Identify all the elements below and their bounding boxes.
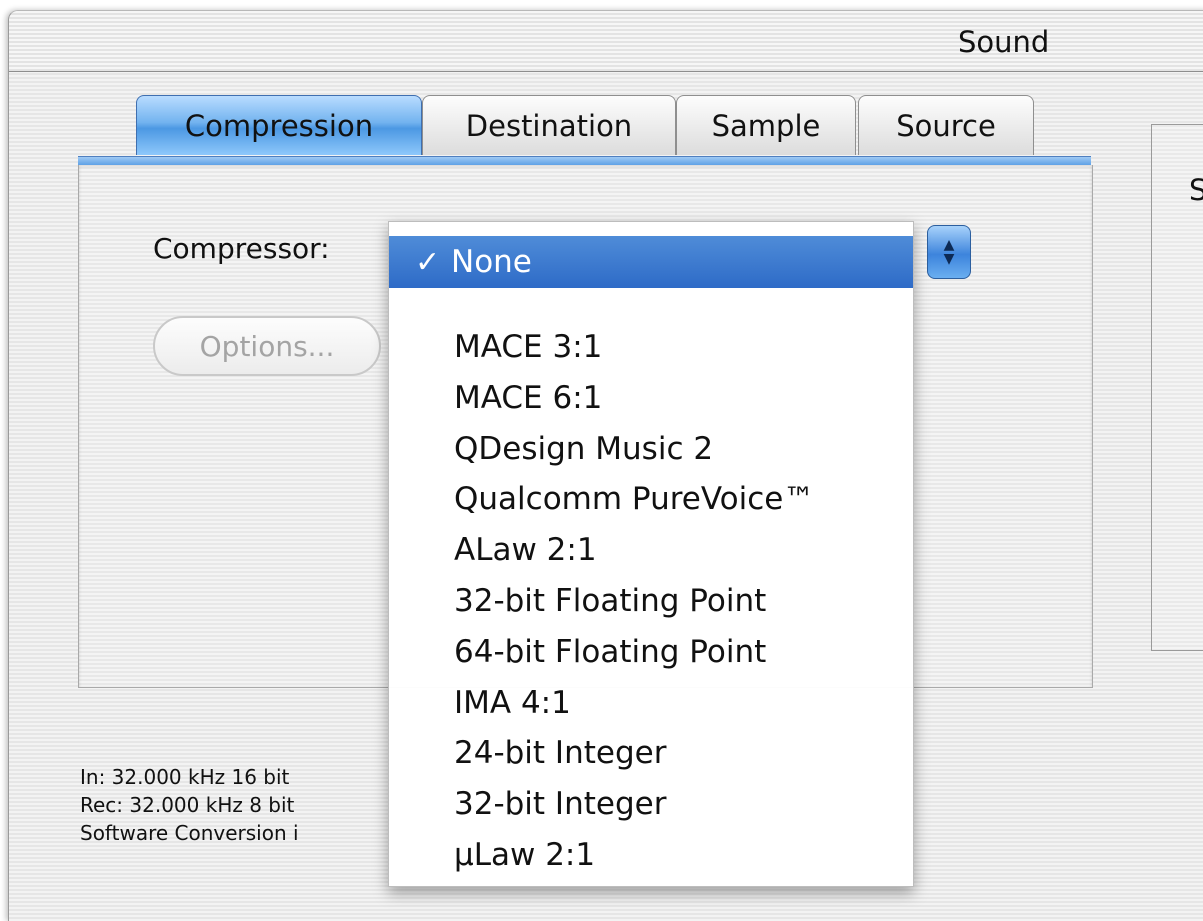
- status-conversion: Software Conversion i: [80, 821, 299, 845]
- checkmark-icon: ✓: [415, 244, 441, 280]
- menu-item-selected[interactable]: ✓ None: [389, 236, 913, 288]
- compressor-label: Compressor:: [153, 232, 330, 265]
- menu-item[interactable]: ALaw 2:1: [454, 525, 814, 576]
- menu-item[interactable]: MACE 3:1: [454, 322, 814, 373]
- menu-item[interactable]: µLaw 2:1: [454, 830, 814, 881]
- menu-item[interactable]: QDesign Music 2: [454, 424, 814, 475]
- status-info: In: 32.000 kHz 16 bit Rec: 32.000 kHz 8 …: [80, 763, 299, 847]
- title-bar[interactable]: Sound: [9, 11, 1203, 72]
- menu-item[interactable]: 24-bit Integer: [454, 728, 814, 779]
- menu-item[interactable]: IMA 4:1: [454, 678, 814, 729]
- tab-compression[interactable]: Compression: [136, 95, 422, 155]
- window-title: Sound: [958, 25, 1050, 59]
- menu-item[interactable]: Qualcomm PureVoice™: [454, 474, 814, 525]
- menu-item[interactable]: MACE 6:1: [454, 373, 814, 424]
- tab-destination[interactable]: Destination: [422, 95, 676, 155]
- menu-item-selected-label: None: [451, 244, 532, 280]
- right-group-label: S: [1189, 173, 1203, 207]
- status-in: In: 32.000 kHz 16 bit: [80, 765, 290, 789]
- tab-source[interactable]: Source: [858, 95, 1034, 155]
- tab-sample[interactable]: Sample: [676, 95, 856, 155]
- options-button[interactable]: Options...: [153, 316, 381, 376]
- menu-item-list: MACE 3:1 MACE 6:1 QDesign Music 2 Qualco…: [454, 322, 814, 881]
- status-rec: Rec: 32.000 kHz 8 bit: [80, 793, 295, 817]
- menu-item[interactable]: 64-bit Floating Point: [454, 627, 814, 678]
- popup-arrows-icon[interactable]: ▲ ▼: [927, 225, 971, 279]
- compressor-menu: ✓ None MACE 3:1 MACE 6:1 QDesign Music 2…: [388, 221, 914, 887]
- menu-item[interactable]: 32-bit Integer: [454, 779, 814, 830]
- menu-item[interactable]: 32-bit Floating Point: [454, 576, 814, 627]
